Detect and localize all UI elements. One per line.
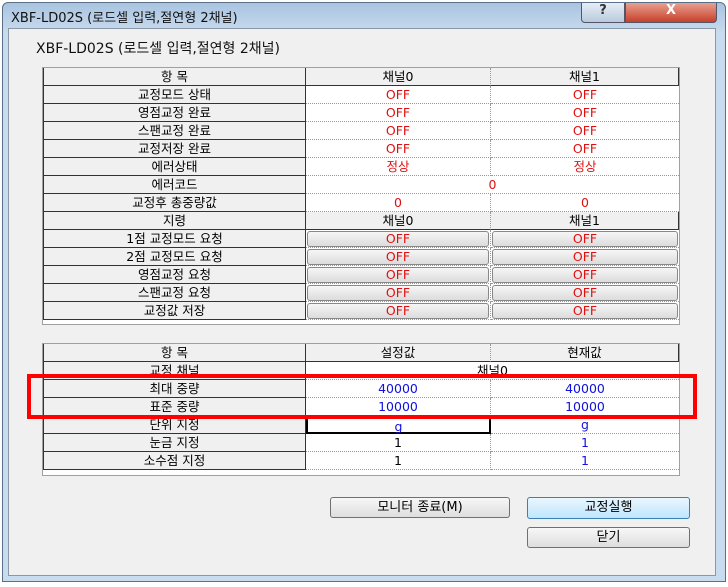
dialog-subtitle: XBF-LD02S (로드셀 입력,절연형 2채널) [36, 41, 281, 57]
table-row: 교정모드 상태 OFF OFF [43, 86, 679, 104]
table-row: 항 목 채널0 채널1 [43, 68, 679, 86]
ch1-toggle-button[interactable]: OFF [492, 303, 678, 319]
table-row: 교정값 저장 OFF OFF [43, 302, 679, 320]
header-ch0: 채널0 [306, 68, 491, 86]
row-label: 교정모드 상태 [43, 86, 306, 104]
monitor-table: 항 목 채널0 채널1 교정모드 상태 OFF OFF 영점교정 완료 OFF OFF 스팬교정 … [42, 67, 680, 325]
command-label: 영점교정 요청 [43, 266, 306, 284]
row-label: 에러상태 [43, 158, 306, 176]
row-label: 교정저장 완료 [43, 140, 306, 158]
table-row: 에러코드 0 [43, 176, 679, 194]
ch0-toggle-button[interactable]: OFF [307, 285, 489, 301]
current-value: 1 [491, 434, 679, 452]
command-header-ch0: 채널0 [306, 212, 491, 230]
set-value-input[interactable]: 1 [306, 452, 491, 470]
ch1-value: 0 [491, 194, 679, 212]
table-row: 교정저장 완료 OFF OFF [43, 140, 679, 158]
row-label: 영점교정 완료 [43, 104, 306, 122]
command-label: 2점 교정모드 요청 [43, 248, 306, 266]
error-code-value: 0 [306, 176, 679, 194]
ch0-toggle-button[interactable]: OFF [307, 231, 489, 247]
ch1-value: 정상 [491, 158, 679, 176]
row-label: 소수점 지정 [43, 452, 306, 470]
ch1-toggle-button[interactable]: OFF [492, 249, 678, 265]
table-row: 교정후 총중량값 0 0 [43, 194, 679, 212]
command-header: 지령 [43, 212, 306, 230]
ch0-cell: OFF [306, 266, 491, 284]
table-row: 1점 교정모드 요청 OFF OFF [43, 230, 679, 248]
ch0-toggle-button[interactable]: OFF [307, 267, 489, 283]
table-row: 스팬교정 요청 OFF OFF [43, 284, 679, 302]
current-value: 1 [491, 452, 679, 470]
ch0-cell: OFF [306, 302, 491, 320]
ch1-toggle-button[interactable]: OFF [492, 285, 678, 301]
table-row: 소수점 지정 1 1 [43, 452, 679, 470]
table-row: 스팬교정 완료 OFF OFF [43, 122, 679, 140]
ch1-cell: OFF [491, 302, 679, 320]
monitor-end-button[interactable]: 모니터 종료(M) [330, 497, 510, 518]
ch1-cell: OFF [491, 248, 679, 266]
ch0-value: OFF [306, 86, 491, 104]
ch0-cell: OFF [306, 230, 491, 248]
command-header-ch1: 채널1 [491, 212, 679, 230]
row-label: 에러코드 [43, 176, 306, 194]
close-button[interactable]: 닫기 [527, 527, 690, 548]
close-window-button[interactable]: X [625, 3, 717, 23]
ch1-value: OFF [491, 140, 679, 158]
ch0-toggle-button[interactable]: OFF [307, 303, 489, 319]
ch1-toggle-button[interactable]: OFF [492, 267, 678, 283]
ch1-cell: OFF [491, 284, 679, 302]
ch0-cell: OFF [306, 248, 491, 266]
run-calibration-button[interactable]: 교정실행 [527, 497, 690, 519]
header-cur: 현재값 [491, 344, 679, 362]
row-label: 스팬교정 완료 [43, 122, 306, 140]
table-row: 2점 교정모드 요청 OFF OFF [43, 248, 679, 266]
command-label: 스팬교정 요청 [43, 284, 306, 302]
command-label: 교정값 저장 [43, 302, 306, 320]
highlight-box [27, 374, 697, 419]
table-row: 에러상태 정상 정상 [43, 158, 679, 176]
header-ch1: 채널1 [491, 68, 679, 86]
ch0-toggle-button[interactable]: OFF [307, 249, 489, 265]
ch1-cell: OFF [491, 230, 679, 248]
table-row: 눈금 지정 1 1 [43, 434, 679, 452]
table-row: 항 목 설정값 현재값 [43, 344, 679, 362]
help-button[interactable]: ? [581, 3, 625, 23]
header-item: 항 목 [43, 344, 306, 362]
ch0-value: OFF [306, 140, 491, 158]
table-row: 지령 채널0 채널1 [43, 212, 679, 230]
ch0-cell: OFF [306, 284, 491, 302]
row-label: 교정후 총중량값 [43, 194, 306, 212]
ch0-value: 0 [306, 194, 491, 212]
window-title: XBF-LD02S (로드셀 입력,절연형 2채널) [11, 11, 238, 26]
ch0-value: OFF [306, 122, 491, 140]
header-item: 항 목 [43, 68, 306, 86]
ch1-value: OFF [491, 104, 679, 122]
ch1-value: OFF [491, 122, 679, 140]
set-value-input[interactable]: 1 [306, 434, 491, 452]
row-label: 눈금 지정 [43, 434, 306, 452]
header-set: 설정값 [306, 344, 491, 362]
ch0-value: 정상 [306, 158, 491, 176]
table-row: 영점교정 완료 OFF OFF [43, 104, 679, 122]
ch1-value: OFF [491, 86, 679, 104]
command-label: 1점 교정모드 요청 [43, 230, 306, 248]
ch0-value: OFF [306, 104, 491, 122]
ch1-cell: OFF [491, 266, 679, 284]
table-row: 영점교정 요청 OFF OFF [43, 266, 679, 284]
ch1-toggle-button[interactable]: OFF [492, 231, 678, 247]
